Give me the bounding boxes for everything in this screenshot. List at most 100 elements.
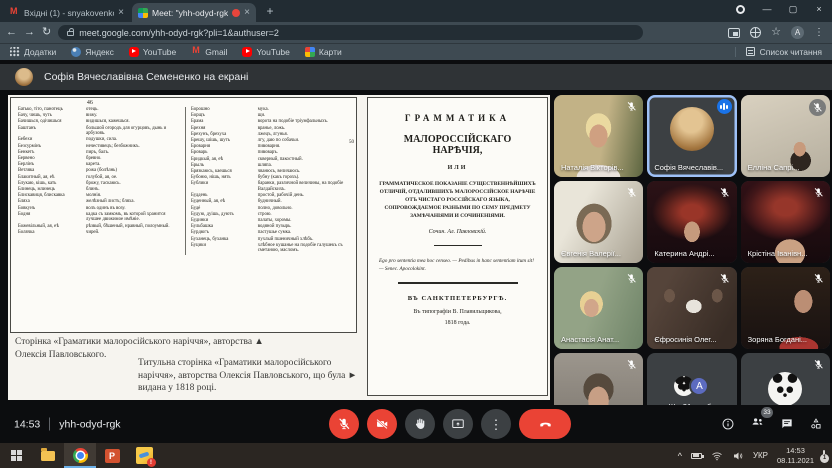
tab-gmail[interactable]: Вхідні (1) - snyakovenko.uk20@lv × (4, 3, 130, 22)
dictionary-definition: шляпа. (258, 163, 350, 169)
mic-toggle-button[interactable] (329, 409, 359, 439)
taskbar-clock[interactable]: 14:53 08.11.2021 (777, 446, 814, 465)
bookmark-item[interactable]: Яндекс (71, 47, 114, 57)
language-indicator[interactable]: УКР (753, 451, 768, 460)
minimize-button[interactable]: — (754, 0, 780, 18)
more-participants-tile[interactable]: А Ще 21 особа (647, 353, 736, 405)
bookmark-star-icon[interactable]: ☆ (771, 27, 781, 38)
dictionary-entry: Брязкаюсь, каешься чванюсь, величаюсь. (191, 169, 350, 175)
dictionary-definition: простой, рабочій день. (258, 193, 350, 199)
dictionary-definition: щи. (258, 113, 350, 119)
dictionary-entry: Бурдюгъ пастушье сумка. (191, 230, 350, 236)
bookmarks-bar: Додатки Яндекс YouTube Gmail YouTube Кар… (0, 43, 832, 60)
avatar-stack: А (674, 376, 709, 396)
start-button[interactable] (0, 443, 32, 468)
speaker-icon[interactable] (732, 450, 744, 462)
dictionary-term: Бублики (191, 181, 258, 192)
wifi-icon[interactable] (711, 450, 723, 462)
dictionary-entry: Блинець, млинець блинъ. (18, 187, 180, 193)
dictionary-term: Буханець, буханка (191, 237, 258, 243)
dictionary-definition: большой огородъ для огурцовъ, дынь и арб… (86, 126, 180, 137)
new-tab-button[interactable]: + (262, 4, 278, 20)
chat-icon[interactable] (780, 417, 794, 431)
meet-main: Софія Вячеславівна Семененко на екрані 4… (0, 60, 832, 443)
dictionary-term: Бебехи (18, 137, 86, 143)
dictionary-entry: Бульбашка водяной пузырь. (191, 224, 350, 230)
dictionary-term: Бачишься, одічишься (18, 119, 86, 125)
participant-tile[interactable]: Наталія Вікторів... (554, 95, 643, 177)
close-button[interactable]: × (806, 0, 832, 18)
back-button[interactable]: ← (6, 27, 17, 38)
bookmark-item[interactable]: Додатки (10, 47, 56, 57)
participant-tile[interactable]: Анастасія Анат... (554, 267, 643, 349)
activities-icon[interactable] (809, 417, 823, 431)
record-indicator-icon[interactable] (736, 5, 745, 14)
camera-toggle-button[interactable] (367, 409, 397, 439)
dictionary-term: Баштанъ (18, 126, 86, 137)
participant-tile[interactable]: Зоряна Богдані... (741, 267, 830, 349)
profile-avatar[interactable]: A (791, 26, 804, 39)
title-page-line: ГРАММАТИКА (379, 113, 536, 123)
battery-icon[interactable] (691, 453, 702, 459)
file-explorer-button[interactable] (32, 443, 64, 468)
dictionary-definition: вранье, ложь. (258, 126, 350, 132)
dictionary-term: Божевільный, ая, еѣ (18, 224, 86, 230)
notification-app-button[interactable] (128, 443, 160, 468)
reload-button[interactable]: ↻ (42, 27, 51, 38)
bookmark-item[interactable]: Gmail (191, 47, 227, 57)
dictionary-definition: мука. (258, 107, 350, 113)
participant-tile[interactable]: А Ще 21 особа (647, 353, 736, 405)
meeting-details-icon[interactable] (721, 417, 735, 431)
presenting-banner-text: Софія Вячеславівна Семененко на екрані (44, 71, 248, 83)
hidden-icons-button[interactable]: ^ (678, 451, 682, 461)
bookmark-icon (10, 47, 20, 57)
tab-meet[interactable]: Meet: "yhh-odyd-rgk" × (132, 3, 256, 22)
bookmark-item[interactable]: Карти (305, 47, 342, 57)
window-controls: — ▢ × (727, 0, 832, 18)
forward-button[interactable]: → (24, 27, 35, 38)
participant-tile[interactable]: Євгенія Валерії... (554, 181, 643, 263)
more-options-button[interactable]: ⋮ (481, 409, 511, 439)
participant-tile[interactable]: Крістіна Іванівн... (741, 181, 830, 263)
dictionary-definition: баранки, различной величины, на подобіе … (258, 181, 350, 192)
participant-tile[interactable]: Анна Олександ... (554, 353, 643, 405)
participant-tile[interactable]: Єфросинія Олег... (647, 267, 736, 349)
bookmark-item[interactable]: YouTube (242, 47, 289, 57)
url-text: meet.google.com/yhh-odyd-rgk?pli=1&authu… (79, 28, 279, 38)
reading-list-button[interactable]: Список читання (735, 47, 822, 57)
translate-icon[interactable] (750, 27, 761, 38)
desktop: { "browser": { "tabs": [ { "title": "Вхі… (0, 0, 832, 468)
meet-favicon-icon (138, 8, 148, 18)
title-page-line: Въ типографіи В. Плавильщикова, (379, 309, 536, 315)
address-bar[interactable]: meet.google.com/yhh-odyd-rgk?pli=1&authu… (58, 25, 643, 40)
chrome-taskbar-button[interactable] (64, 443, 96, 468)
tab-close-icon[interactable]: × (118, 7, 124, 18)
maximize-button[interactable]: ▢ (780, 0, 806, 18)
bookmark-item[interactable]: YouTube (129, 47, 176, 57)
powerpoint-taskbar-button[interactable]: P (96, 443, 128, 468)
toolbar-actions: ☆ A ⋮ (728, 26, 826, 39)
browser-menu-icon[interactable]: ⋮ (814, 28, 824, 38)
participants-panel-button[interactable]: 33 (750, 414, 765, 434)
title-page-line: МАЛОРОССІЙСКАГО НАРѢЧІЯ, (379, 134, 536, 156)
dictionary-term: Бубоню, нішь, нять (191, 175, 258, 181)
picture-in-picture-icon[interactable] (728, 28, 740, 38)
participant-avatar (670, 107, 714, 151)
present-screen-button[interactable] (443, 409, 473, 439)
bookmark-icon (242, 47, 252, 57)
dictionary-entry: Бачу, чишь, чуть вижу. (18, 113, 180, 119)
end-call-button[interactable] (519, 409, 571, 439)
dictionary-entry: Блискавиця, блискавка молнія. (18, 193, 180, 199)
dictionary-entry: Буханець, буханка пухлый пшеничный хлѣбъ… (191, 237, 350, 243)
participant-tile[interactable]: Софія Вячеславів... (647, 95, 736, 177)
action-center-button[interactable]: 1 (823, 451, 825, 460)
tab-close-icon[interactable]: × (244, 7, 250, 18)
dictionary-entry: Блукаю, кішь, кать брожу, таскаюсь. (18, 181, 180, 187)
raise-hand-button[interactable] (405, 409, 435, 439)
participant-name: Зоряна Богдані... (748, 335, 807, 344)
participant-tile[interactable]: Елліна Сапрі... (741, 95, 830, 177)
participant-tile[interactable]: Ви (741, 353, 830, 405)
participant-tile[interactable]: Катерина Андрі... (647, 181, 736, 263)
participant-avatar (768, 372, 802, 405)
presenting-banner: Софія Вячеславівна Семененко на екрані (0, 64, 832, 90)
